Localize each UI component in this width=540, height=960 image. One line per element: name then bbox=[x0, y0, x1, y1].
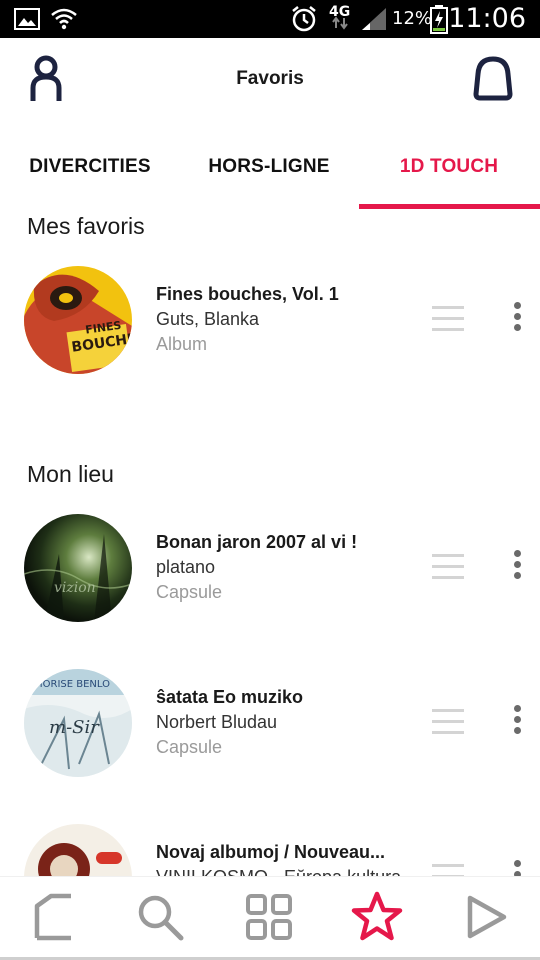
item-title: Bonan jaron 2007 al vi ! bbox=[156, 532, 358, 552]
tab-bar: DIVERCITIES HORS-LIGNE 1D TOUCH bbox=[0, 124, 540, 210]
item-title: ŝatata Eo muziko bbox=[156, 687, 304, 707]
item-artist: VINILKOSMO - Eŭropa kultura... bbox=[156, 867, 406, 876]
more-options-icon[interactable] bbox=[508, 302, 526, 338]
data-arrows-icon bbox=[332, 8, 348, 38]
signal-icon bbox=[360, 0, 388, 38]
svg-text:vizion: vizion bbox=[54, 580, 96, 596]
image-icon bbox=[14, 0, 40, 38]
item-title: Fines bouches, Vol. 1 bbox=[156, 284, 339, 304]
item-artist: Guts, Blanka bbox=[156, 309, 260, 329]
nav-home-button[interactable] bbox=[22, 887, 82, 947]
section-title-my-place: Mon lieu bbox=[27, 461, 114, 487]
tab-hors-ligne[interactable]: HORS-LIGNE bbox=[180, 124, 358, 210]
play-icon bbox=[467, 895, 507, 939]
drag-handle-icon[interactable] bbox=[432, 709, 464, 735]
album-cover: MORISE BENLO m-Sir bbox=[24, 669, 132, 777]
alarm-icon bbox=[290, 0, 318, 38]
section-title-favorites: Mes favoris bbox=[27, 213, 145, 239]
album-cover: BOUCHES FINES bbox=[24, 266, 132, 374]
nav-player-button[interactable] bbox=[455, 887, 515, 947]
home-icon bbox=[34, 893, 71, 941]
notifications-button[interactable] bbox=[468, 54, 518, 104]
drag-handle-icon[interactable] bbox=[432, 554, 464, 580]
svg-text:MORISE BENLO: MORISE BENLO bbox=[34, 679, 110, 690]
item-type: Album bbox=[156, 334, 208, 354]
bell-icon bbox=[473, 56, 513, 101]
more-options-icon[interactable] bbox=[508, 550, 526, 586]
tab-1d-touch[interactable]: 1D TOUCH bbox=[358, 124, 540, 210]
battery-percent: 12% bbox=[392, 8, 433, 29]
drag-handle-icon[interactable] bbox=[432, 306, 464, 332]
item-title: Novaj albumoj / Nouveau... bbox=[156, 842, 386, 862]
more-options-icon[interactable] bbox=[508, 705, 526, 741]
battery-charging-icon bbox=[430, 0, 448, 38]
album-cover bbox=[24, 824, 132, 876]
nav-search-button[interactable] bbox=[130, 887, 190, 947]
wifi-icon bbox=[50, 0, 78, 38]
tab-divercities[interactable]: DIVERCITIES bbox=[0, 124, 180, 210]
list-item[interactable]: Novaj albumoj / Nouveau... VINILKOSMO - … bbox=[0, 824, 540, 876]
list-item[interactable]: BOUCHES FINES Fines bouches, Vol. 1 Guts… bbox=[0, 266, 540, 378]
more-options-icon[interactable] bbox=[508, 860, 526, 876]
bottom-navigation bbox=[0, 876, 540, 960]
item-artist: Norbert Bludau bbox=[156, 712, 278, 732]
status-bar: 4G 12% 11:06 bbox=[0, 0, 540, 38]
grid-icon bbox=[246, 894, 292, 940]
star-icon bbox=[351, 891, 403, 941]
item-artist: platano bbox=[156, 557, 216, 577]
svg-text:m-Sir: m-Sir bbox=[49, 717, 100, 738]
search-icon bbox=[138, 895, 184, 941]
item-type: Capsule bbox=[156, 737, 223, 757]
drag-handle-icon[interactable] bbox=[432, 864, 464, 876]
active-tab-indicator bbox=[359, 204, 540, 209]
list-item[interactable]: vizion Bonan jaron 2007 al vi ! platano … bbox=[0, 514, 540, 626]
nav-browse-button[interactable] bbox=[239, 887, 299, 947]
clock: 11:06 bbox=[448, 3, 526, 34]
item-type: Capsule bbox=[156, 582, 223, 602]
nav-favorites-button[interactable] bbox=[347, 887, 407, 947]
album-cover: vizion bbox=[24, 514, 132, 622]
page-title: Favoris bbox=[236, 68, 304, 89]
list-item[interactable]: MORISE BENLO m-Sir ŝatata Eo muziko Norb… bbox=[0, 669, 540, 781]
app-header: Favoris bbox=[0, 38, 540, 124]
